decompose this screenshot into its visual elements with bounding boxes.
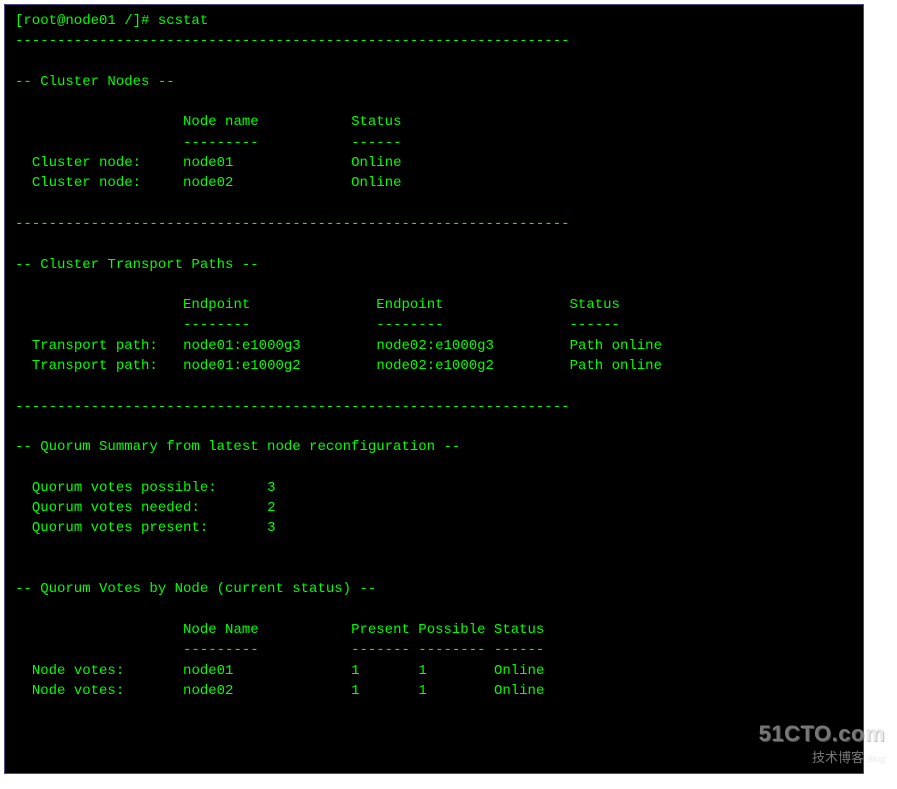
quorum-value: 3 [267, 520, 275, 536]
terminal-output: [root@node01 /]# scstat ----------------… [15, 11, 853, 701]
node-name: node01 [183, 663, 233, 679]
endpoint: node02:e1000g3 [376, 338, 494, 354]
path-status: Path online [570, 338, 662, 354]
col-node-name: Node Name [183, 622, 259, 638]
node-name: node02 [183, 175, 233, 191]
underline: -------- [376, 317, 443, 333]
quorum-votes-header: -- Quorum Votes by Node (current status)… [15, 581, 376, 597]
row-label: Cluster node: [32, 155, 141, 171]
col-node-name: Node name [183, 114, 259, 130]
path-status: Path online [570, 358, 662, 374]
row-label: Cluster node: [32, 175, 141, 191]
divider-line: ----------------------------------------… [15, 399, 570, 415]
row-label: Node votes: [32, 663, 124, 679]
node-name: node01 [183, 155, 233, 171]
underline: ------ [494, 642, 544, 658]
row-label: Node votes: [32, 683, 124, 699]
underline: --------- [183, 642, 259, 658]
endpoint: node01:e1000g3 [183, 338, 301, 354]
underline: ------- [351, 642, 410, 658]
quorum-label: Quorum votes possible: [32, 480, 217, 496]
underline: ------ [570, 317, 620, 333]
quorum-label: Quorum votes needed: [32, 500, 200, 516]
underline: -------- [418, 642, 485, 658]
vote-possible: 1 [418, 683, 426, 699]
quorum-value: 2 [267, 500, 275, 516]
prompt-command: scstat [158, 13, 208, 29]
transport-paths-header: -- Cluster Transport Paths -- [15, 257, 259, 273]
col-endpoint: Endpoint [183, 297, 250, 313]
node-name: node02 [183, 683, 233, 699]
row-label: Transport path: [32, 338, 158, 354]
col-status: Status [351, 114, 401, 130]
terminal-window[interactable]: [root@node01 /]# scstat ----------------… [4, 4, 864, 774]
prompt-user-host: [root@node01 /]# [15, 13, 149, 29]
underline: ------ [351, 135, 401, 151]
endpoint: node02:e1000g2 [376, 358, 494, 374]
col-endpoint: Endpoint [376, 297, 443, 313]
row-label: Transport path: [32, 358, 158, 374]
endpoint: node01:e1000g2 [183, 358, 301, 374]
underline: --------- [183, 135, 259, 151]
vote-status: Online [494, 683, 544, 699]
vote-status: Online [494, 663, 544, 679]
vote-possible: 1 [418, 663, 426, 679]
col-present: Present [351, 622, 410, 638]
underline: -------- [183, 317, 250, 333]
cluster-nodes-header: -- Cluster Nodes -- [15, 74, 175, 90]
vote-present: 1 [351, 683, 359, 699]
divider-line: ----------------------------------------… [15, 216, 570, 232]
vote-present: 1 [351, 663, 359, 679]
col-possible: Possible [418, 622, 485, 638]
node-status: Online [351, 155, 401, 171]
col-status: Status [494, 622, 544, 638]
quorum-label: Quorum votes present: [32, 520, 208, 536]
quorum-value: 3 [267, 480, 275, 496]
node-status: Online [351, 175, 401, 191]
col-status: Status [570, 297, 620, 313]
divider-line: ----------------------------------------… [15, 33, 570, 49]
quorum-summary-header: -- Quorum Summary from latest node recon… [15, 439, 460, 455]
